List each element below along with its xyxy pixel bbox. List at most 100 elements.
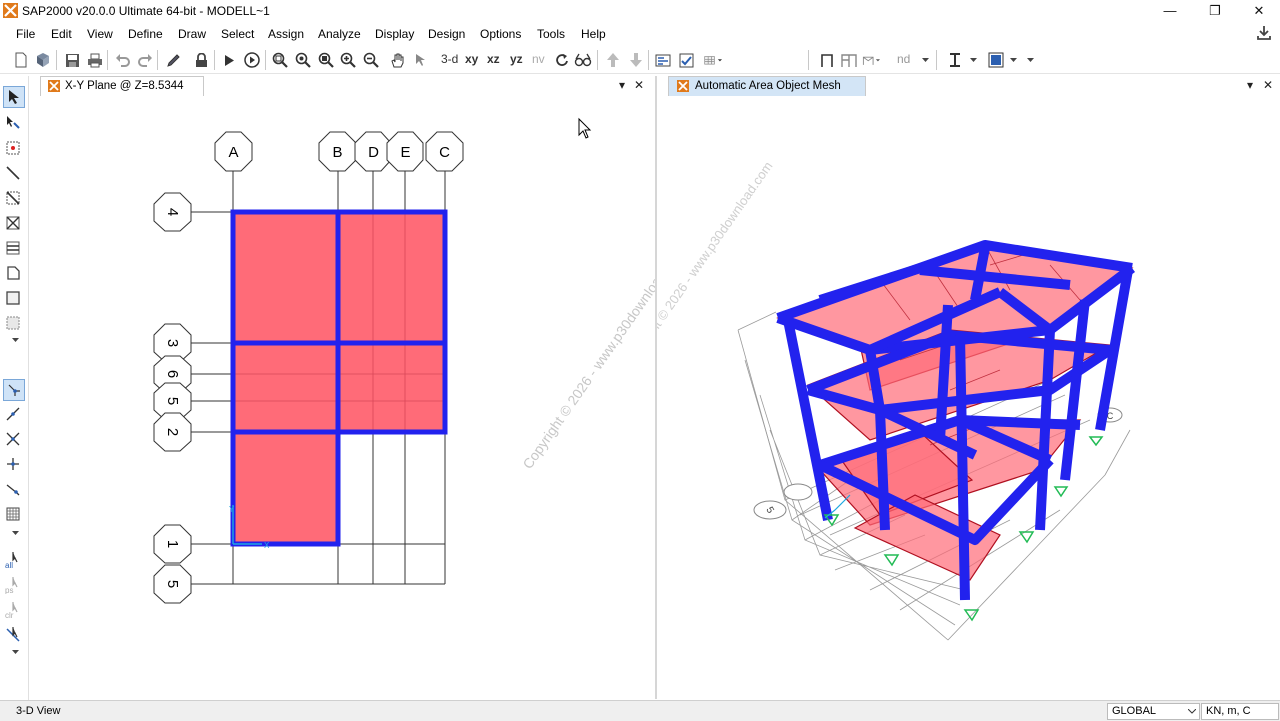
menu-display[interactable]: Display — [375, 27, 414, 41]
move-down-button[interactable] — [627, 51, 645, 69]
menu-draw[interactable]: Draw — [178, 27, 206, 41]
model-3d-canvas[interactable]: 5 C Copyright © 2026 - www.p30download.c… — [657, 96, 1280, 699]
menu-define[interactable]: Define — [128, 27, 163, 41]
zoom-full-button[interactable] — [317, 51, 335, 69]
grid-bubble-5-3d[interactable]: 5 — [753, 500, 787, 520]
section-cut-button[interactable] — [947, 51, 965, 69]
snap-intersection-button[interactable] — [3, 429, 23, 449]
minimize-button[interactable]: — — [1148, 1, 1192, 21]
menu-design[interactable]: Design — [428, 27, 465, 41]
tab-area-mesh[interactable]: Automatic Area Object Mesh — [668, 76, 866, 96]
quick-draw-secondary-button[interactable] — [3, 238, 23, 258]
menu-assign[interactable]: Assign — [268, 27, 304, 41]
pan-button[interactable] — [389, 51, 407, 69]
coordinate-system-select[interactable]: GLOBAL — [1107, 703, 1200, 720]
draw-bays-button[interactable] — [840, 51, 858, 69]
menu-edit[interactable]: Edit — [51, 27, 72, 41]
display-options-button[interactable] — [654, 51, 672, 69]
menu-analyze[interactable]: Analyze — [318, 27, 361, 41]
menu-file[interactable]: File — [16, 27, 35, 41]
grid-bubble-d[interactable]: D — [354, 131, 392, 172]
grid-bubble-5b[interactable]: 5 — [153, 564, 192, 604]
view-xy-button[interactable]: xy — [465, 52, 478, 66]
view-nv-button[interactable]: nv — [532, 52, 545, 66]
chevron-down-icon[interactable] — [1010, 58, 1017, 63]
menu-options[interactable]: Options — [480, 27, 521, 41]
undo-button[interactable] — [113, 51, 131, 69]
open-button[interactable] — [34, 51, 52, 69]
grid-bubble-e[interactable]: E — [386, 131, 424, 172]
grid-bubble-3d[interactable] — [783, 483, 813, 501]
draw-brace-button[interactable] — [862, 51, 880, 69]
snap-lines-button[interactable] — [3, 479, 23, 499]
rubber-band-zoom-button[interactable] — [412, 51, 430, 69]
nd-button[interactable]: nd — [897, 52, 910, 66]
quick-draw-area-button[interactable] — [3, 313, 23, 333]
draw-poly-area-button[interactable] — [3, 263, 23, 283]
units-select[interactable]: KN, m, C — [1201, 703, 1279, 720]
view-3d-button[interactable]: 3-d — [441, 52, 458, 66]
grid-bubble-4[interactable]: 4 — [153, 192, 192, 232]
chevron-down-icon[interactable] — [1027, 58, 1034, 63]
chevron-down-icon[interactable] — [922, 58, 929, 63]
draw-rect-area-button[interactable] — [3, 288, 23, 308]
rotate-view-button[interactable] — [553, 51, 571, 69]
menu-select[interactable]: Select — [221, 27, 254, 41]
view-xz-button[interactable]: xz — [487, 52, 500, 66]
pointer-tool-button[interactable] — [3, 86, 25, 108]
grid-bubble-b[interactable]: B — [318, 131, 357, 172]
close-window-button[interactable]: ✕ — [1237, 1, 1280, 21]
panel-menu-dropdown[interactable]: ▾ — [619, 78, 625, 92]
run-now-button[interactable] — [243, 51, 261, 69]
panel-menu-dropdown[interactable]: ▾ — [1247, 78, 1253, 92]
snap-midpoint-button[interactable] — [3, 404, 23, 424]
chevron-down-icon[interactable] — [970, 58, 977, 63]
shading-button[interactable] — [987, 51, 1005, 69]
draw-frame-button[interactable] — [818, 51, 836, 69]
print-button[interactable] — [86, 51, 104, 69]
reshape-tool-button[interactable] — [3, 112, 23, 132]
zoom-window-button[interactable] — [271, 51, 289, 69]
close-panel-button[interactable]: ✕ — [1263, 78, 1273, 92]
menu-view[interactable]: View — [87, 27, 113, 41]
chevron-down-icon[interactable] — [12, 338, 19, 343]
lock-button[interactable] — [192, 51, 210, 69]
close-panel-button[interactable]: ✕ — [634, 78, 644, 92]
perspective-button[interactable] — [574, 51, 592, 69]
save-button[interactable] — [63, 51, 81, 69]
zoom-out-button[interactable] — [362, 51, 380, 69]
draw-frame-tool-button[interactable] — [3, 163, 23, 183]
tab-xy-plane[interactable]: X-Y Plane @ Z=8.5344 — [40, 76, 204, 96]
download-icon[interactable] — [1256, 25, 1272, 41]
chevron-down-icon[interactable] — [12, 531, 19, 536]
draw-joint-button[interactable] — [3, 138, 23, 158]
show-tables-button[interactable] — [704, 51, 722, 69]
zoom-in-button[interactable] — [339, 51, 357, 69]
grid-bubble-2[interactable]: 2 — [153, 412, 192, 452]
run-analysis-button[interactable] — [220, 51, 238, 69]
snap-points-button[interactable] — [3, 379, 25, 401]
new-model-button[interactable] — [12, 51, 30, 69]
redo-button[interactable] — [136, 51, 154, 69]
zoom-previous-button[interactable] — [294, 51, 312, 69]
grid-bubble-c[interactable]: C — [425, 131, 464, 172]
grid-bubble-1[interactable]: 1 — [153, 524, 192, 564]
menu-help[interactable]: Help — [581, 27, 606, 41]
select-all-button[interactable]: all — [3, 550, 23, 570]
move-up-button[interactable] — [604, 51, 622, 69]
intersecting-line-select-button[interactable] — [3, 625, 23, 645]
edit-pencil-button[interactable] — [164, 51, 182, 69]
quick-draw-brace-button[interactable] — [3, 213, 23, 233]
previous-select-button[interactable]: ps — [3, 575, 23, 595]
menu-tools[interactable]: Tools — [537, 27, 565, 41]
check-model-button[interactable] — [677, 51, 695, 69]
plan-view-canvas[interactable]: X Y A B D E C 4 3 6 5 2 1 5 Copyright © … — [29, 96, 655, 699]
clear-selection-button[interactable]: clr — [3, 600, 23, 620]
restore-button[interactable]: ❐ — [1193, 1, 1237, 21]
view-yz-button[interactable]: yz — [510, 52, 523, 66]
chevron-down-icon[interactable] — [12, 650, 19, 655]
snap-fine-grid-button[interactable] — [3, 504, 23, 524]
quick-draw-frame-button[interactable] — [3, 188, 23, 208]
grid-bubble-a[interactable]: A — [214, 131, 253, 172]
snap-perpendicular-button[interactable] — [3, 454, 23, 474]
